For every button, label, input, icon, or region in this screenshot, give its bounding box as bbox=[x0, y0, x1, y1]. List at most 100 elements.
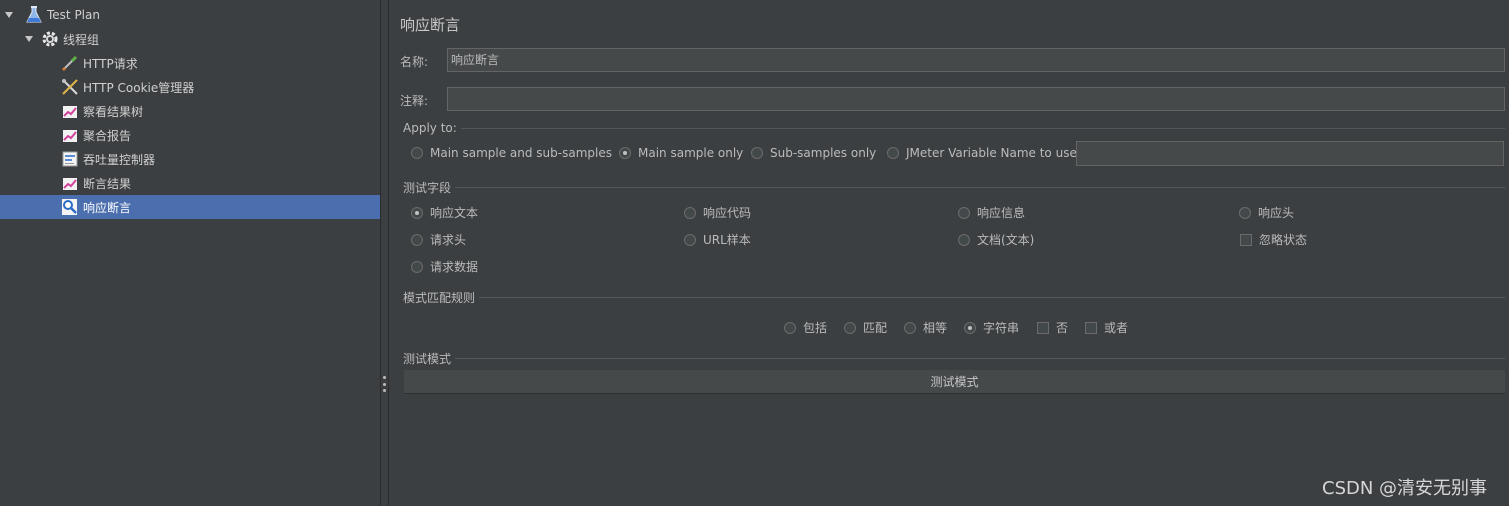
checkbox-icon bbox=[1240, 233, 1252, 246]
apply-to-title: Apply to: bbox=[403, 121, 457, 135]
radio-label: 请求数据 bbox=[430, 260, 479, 274]
radio-label: Main sample only bbox=[638, 146, 744, 160]
test-pattern-group: 测试模式 bbox=[403, 350, 1505, 366]
radio-label: 响应文本 bbox=[430, 206, 479, 220]
apply-main-and-sub-radio[interactable]: Main sample and sub-samples bbox=[411, 146, 612, 160]
radio-label: 字符串 bbox=[983, 321, 1020, 335]
pattern-rule-title: 模式匹配规则 bbox=[403, 290, 476, 305]
group-divider bbox=[460, 127, 1505, 129]
tree-node-label: 吞吐量控制器 bbox=[83, 152, 156, 167]
comment-label: 注释: bbox=[400, 94, 429, 108]
group-divider bbox=[479, 296, 1505, 298]
radio-icon bbox=[684, 206, 696, 219]
tree-node-view-results-tree[interactable]: 察看结果树 bbox=[0, 99, 380, 123]
tree-node-http-request[interactable]: HTTP请求 bbox=[0, 51, 380, 75]
tree-node-response-assertion[interactable]: 响应断言 bbox=[0, 195, 380, 219]
checkbox-icon bbox=[1085, 321, 1097, 334]
field-response-text-radio[interactable]: 响应文本 bbox=[411, 204, 478, 221]
tree-node-label: 聚合报告 bbox=[83, 128, 132, 143]
comment-field[interactable] bbox=[447, 87, 1505, 111]
radio-label: JMeter Variable Name to use bbox=[906, 146, 1077, 160]
rule-or-checkbox[interactable]: 或者 bbox=[1085, 319, 1128, 336]
tree-node-label: HTTP请求 bbox=[83, 56, 138, 71]
name-field[interactable]: 响应断言 bbox=[447, 48, 1505, 72]
test-plan-tree: Test Plan 线程组 HTTP请求 HTTP Cookie管理器 察看结果… bbox=[0, 0, 380, 506]
test-pattern-column-header: 测试模式 bbox=[930, 375, 979, 389]
chart-icon bbox=[61, 102, 79, 120]
test-field-title: 测试字段 bbox=[403, 180, 452, 195]
rule-contains-radio[interactable]: 包括 bbox=[784, 319, 827, 336]
group-divider bbox=[455, 357, 1505, 359]
tree-node-assertion-results[interactable]: 断言结果 bbox=[0, 171, 380, 195]
magnifier-icon bbox=[61, 198, 79, 216]
rule-substring-radio[interactable]: 字符串 bbox=[964, 319, 1019, 336]
radio-label: URL样本 bbox=[703, 233, 751, 247]
radio-icon bbox=[784, 321, 796, 334]
field-request-headers-radio[interactable]: 请求头 bbox=[411, 231, 466, 248]
field-response-message-radio[interactable]: 响应信息 bbox=[958, 204, 1025, 221]
radio-icon bbox=[684, 233, 696, 246]
rule-matches-radio[interactable]: 匹配 bbox=[844, 319, 887, 336]
tools-icon bbox=[61, 78, 79, 96]
rule-not-checkbox[interactable]: 否 bbox=[1037, 319, 1068, 336]
test-pattern-table-header[interactable]: 测试模式 bbox=[404, 370, 1505, 394]
radio-label: 包括 bbox=[803, 321, 828, 335]
name-label: 名称: bbox=[400, 55, 429, 69]
expand-arrow-icon[interactable] bbox=[5, 12, 13, 18]
radio-icon bbox=[904, 321, 916, 334]
radio-label: 响应代码 bbox=[703, 206, 752, 220]
field-response-headers-radio[interactable]: 响应头 bbox=[1239, 204, 1294, 221]
radio-icon bbox=[1239, 206, 1251, 219]
tree-node-label: 断言结果 bbox=[83, 176, 132, 191]
pipette-icon bbox=[61, 54, 79, 72]
field-document-text-radio[interactable]: 文档(文本) bbox=[958, 231, 1034, 248]
radio-label: Sub-samples only bbox=[770, 146, 877, 160]
chart-icon bbox=[61, 126, 79, 144]
page-title: 响应断言 bbox=[400, 16, 461, 34]
radio-label: 请求头 bbox=[430, 233, 467, 247]
apply-to-group: Apply to: bbox=[403, 120, 1505, 136]
splitter-grip-icon[interactable] bbox=[383, 376, 386, 392]
rule-equals-radio[interactable]: 相等 bbox=[904, 319, 947, 336]
response-assertion-panel: 响应断言 名称: 响应断言 注释: Apply to: Main sample … bbox=[389, 0, 1509, 506]
field-response-code-radio[interactable]: 响应代码 bbox=[684, 204, 751, 221]
controller-icon bbox=[61, 150, 79, 168]
tree-node-cookie-manager[interactable]: HTTP Cookie管理器 bbox=[0, 75, 380, 99]
watermark: CSDN @清安无别事 bbox=[1322, 478, 1488, 499]
apply-main-only-radio[interactable]: Main sample only bbox=[619, 146, 743, 160]
tree-node-label: 察看结果树 bbox=[83, 104, 144, 119]
tree-node-test-plan[interactable]: Test Plan bbox=[0, 3, 380, 27]
radio-icon bbox=[411, 260, 423, 273]
tree-node-label: 响应断言 bbox=[83, 200, 132, 215]
radio-icon bbox=[411, 233, 423, 246]
radio-label: 匹配 bbox=[863, 321, 888, 335]
checkbox-label: 忽略状态 bbox=[1259, 233, 1308, 247]
radio-selected-icon bbox=[411, 206, 423, 219]
tree-node-aggregate-report[interactable]: 聚合报告 bbox=[0, 123, 380, 147]
jmeter-window: Test Plan 线程组 HTTP请求 HTTP Cookie管理器 察看结果… bbox=[0, 0, 1509, 506]
field-request-data-radio[interactable]: 请求数据 bbox=[411, 258, 478, 275]
expand-arrow-icon[interactable] bbox=[25, 36, 33, 42]
chart-icon bbox=[61, 174, 79, 192]
tree-node-throughput-controller[interactable]: 吞吐量控制器 bbox=[0, 147, 380, 171]
radio-label: 响应头 bbox=[1258, 206, 1295, 220]
tree-node-label: HTTP Cookie管理器 bbox=[83, 80, 195, 95]
checkbox-icon bbox=[1037, 321, 1049, 334]
apply-sub-only-radio[interactable]: Sub-samples only bbox=[751, 146, 876, 160]
test-field-group: 测试字段 bbox=[403, 179, 1505, 195]
radio-label: Main sample and sub-samples bbox=[430, 146, 612, 160]
radio-label: 相等 bbox=[923, 321, 948, 335]
radio-label: 响应信息 bbox=[977, 206, 1026, 220]
jmeter-variable-input[interactable] bbox=[1076, 141, 1504, 166]
ignore-status-checkbox[interactable]: 忽略状态 bbox=[1240, 231, 1307, 248]
radio-icon bbox=[844, 321, 856, 334]
radio-selected-icon bbox=[619, 147, 631, 159]
tree-node-label: Test Plan bbox=[47, 8, 100, 22]
field-url-sampled-radio[interactable]: URL样本 bbox=[684, 231, 751, 248]
tree-node-label: 线程组 bbox=[63, 32, 100, 47]
apply-jmeter-variable-radio[interactable]: JMeter Variable Name to use bbox=[887, 146, 1077, 160]
splitter[interactable] bbox=[380, 0, 389, 506]
test-pattern-title: 测试模式 bbox=[403, 351, 452, 366]
radio-icon bbox=[411, 147, 423, 159]
tree-node-thread-group[interactable]: 线程组 bbox=[0, 27, 380, 51]
